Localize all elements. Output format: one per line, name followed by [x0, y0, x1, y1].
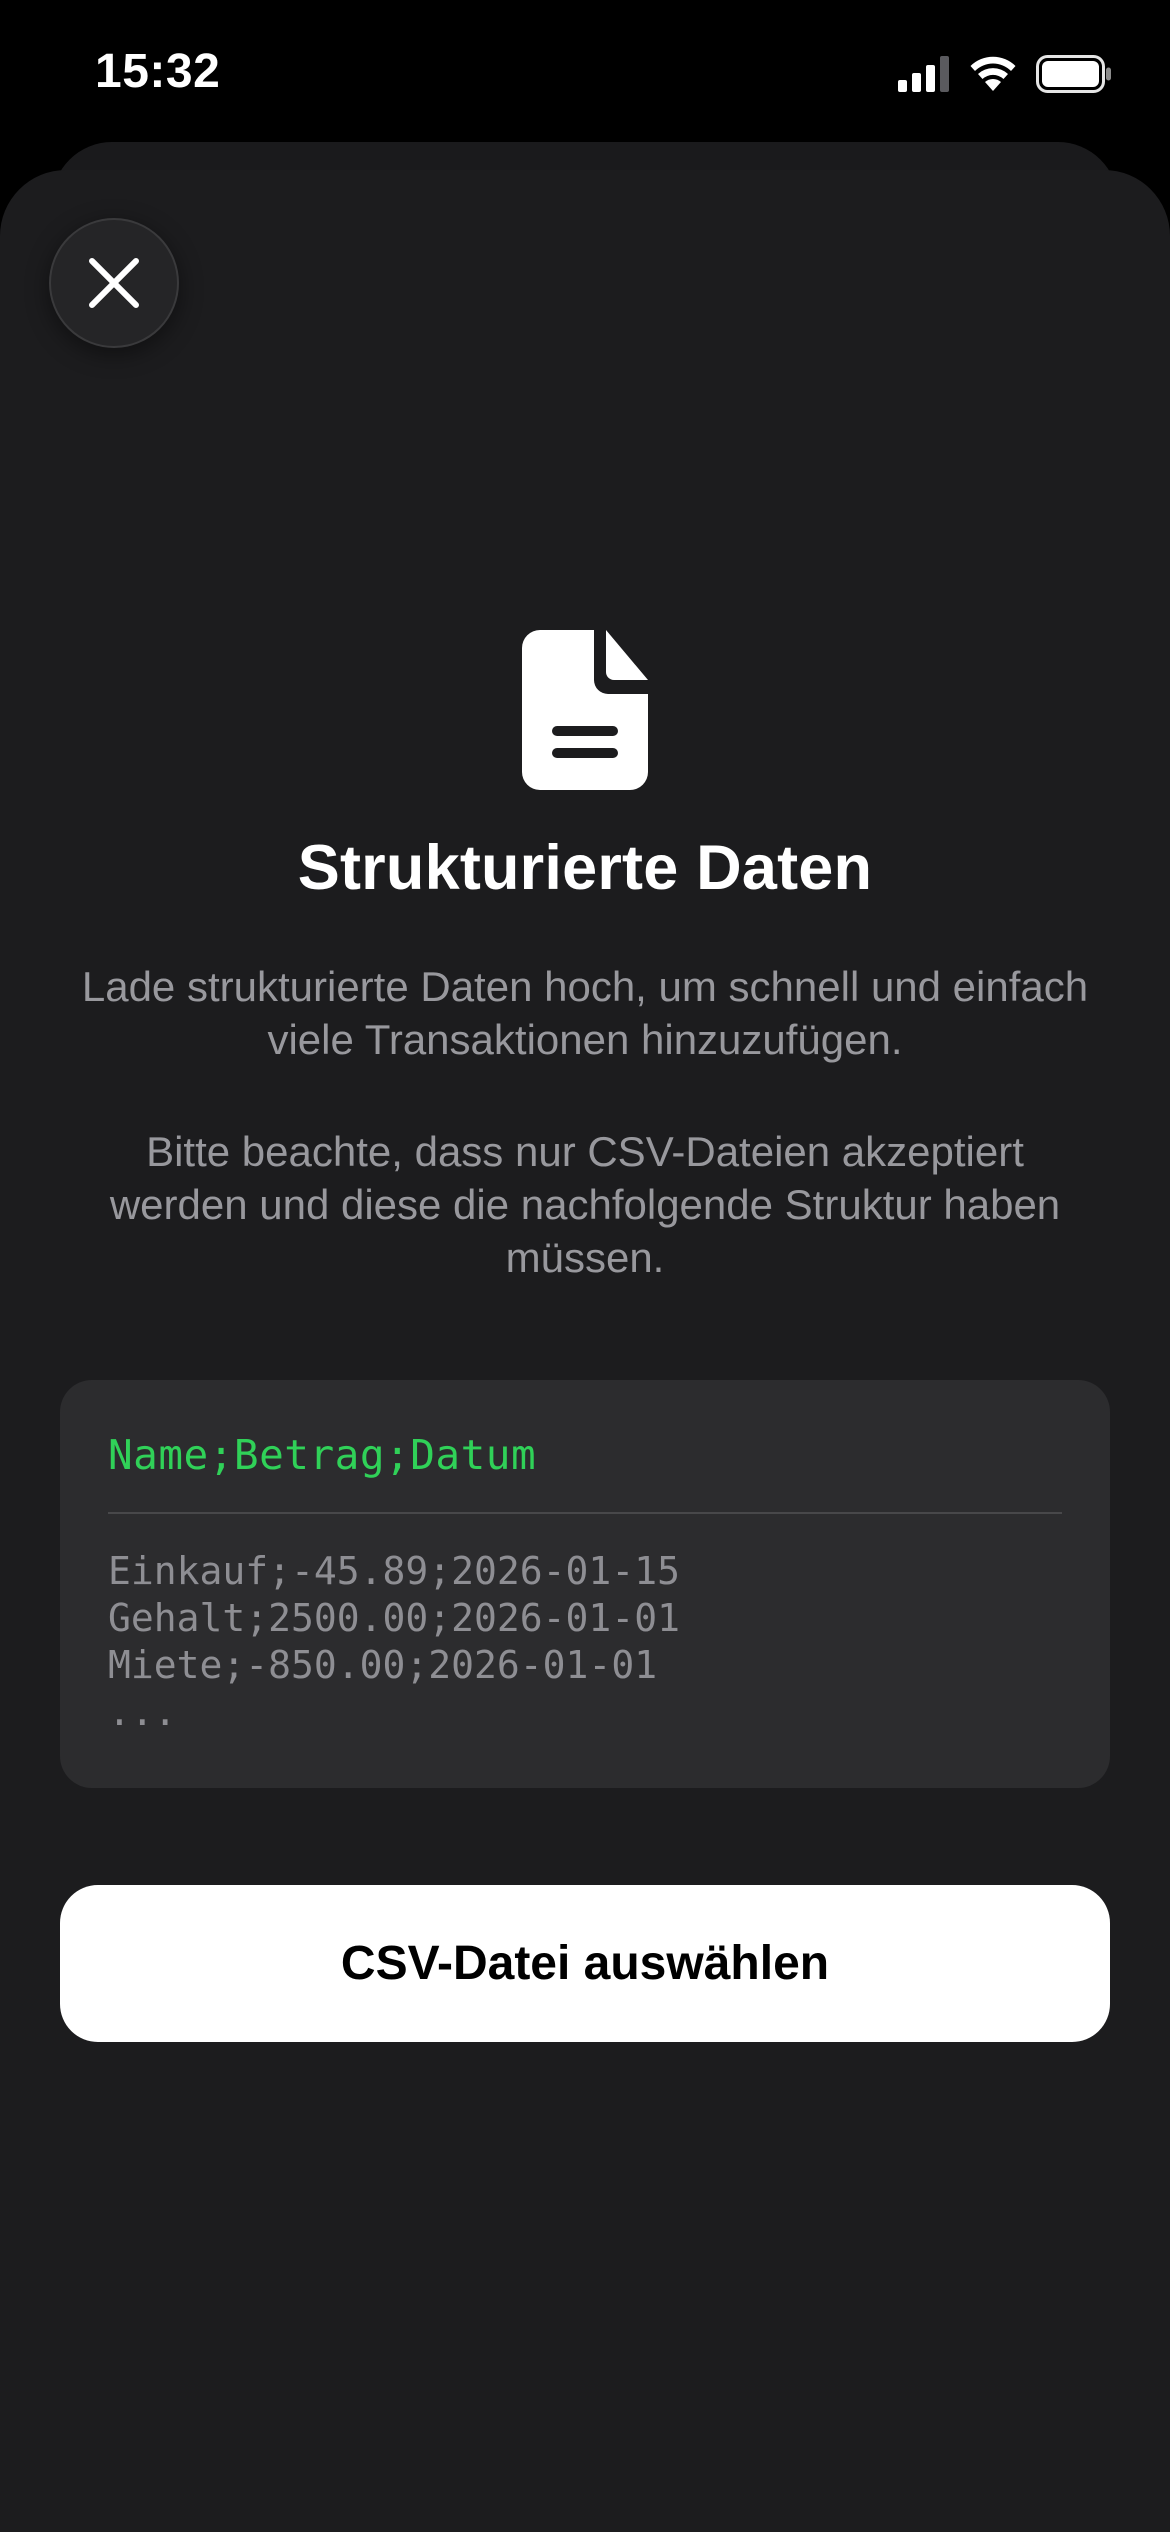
battery-icon [1036, 55, 1111, 93]
description-text: Lade strukturierte Daten hoch, um schnel… [81, 963, 1089, 1063]
status-bar: 15:32 [0, 0, 1170, 140]
csv-example-ellipsis: ... [108, 1690, 177, 1734]
sheet-title: Strukturierte Daten [297, 833, 873, 903]
csv-header-line: Name;Betrag;Datum [108, 1431, 537, 1479]
cellular-signal-icon [898, 56, 949, 92]
wifi-icon [970, 56, 1016, 91]
document-icon [522, 630, 648, 790]
status-icons [898, 50, 1112, 98]
modal-sheet [0, 170, 1170, 2532]
screen: 15:32 Strukturierte Daten Lade strukturi… [0, 0, 1170, 2532]
code-divider [108, 1512, 1062, 1514]
format-hint-text: Bitte beachte, dass nur CSV-Dateien akze… [109, 1128, 1061, 1281]
close-button[interactable] [49, 218, 179, 348]
csv-example-box: Name;Betrag;Datum Einkauf;-45.89;2026-01… [60, 1380, 1110, 1788]
csv-example-row: Einkauf;-45.89;2026-01-15 [108, 1549, 680, 1593]
close-icon [89, 258, 139, 308]
csv-example-row: Gehalt;2500.00;2026-01-01 [108, 1596, 680, 1640]
csv-example-rows: Einkauf;-45.89;2026-01-15 Gehalt;2500.00… [108, 1548, 1062, 1736]
status-time: 15:32 [95, 45, 221, 98]
select-csv-button[interactable]: CSV-Datei auswählen [60, 1885, 1110, 2042]
csv-example-row: Miete;-850.00;2026-01-01 [108, 1643, 658, 1687]
